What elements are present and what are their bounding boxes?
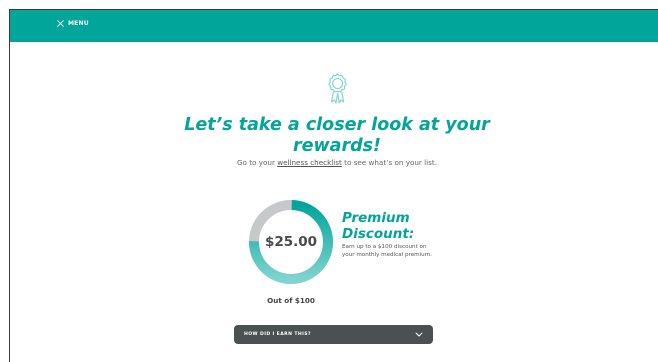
menu-label: MENU <box>68 20 89 27</box>
premium-discount-title-text: Premium Discount: <box>342 210 415 242</box>
close-icon <box>57 20 64 27</box>
chevron-down-icon <box>415 332 423 337</box>
frame-left-border <box>9 9 10 362</box>
premium-discount-title: Premium Discount: <box>342 210 424 242</box>
ribbon-award-icon <box>328 73 347 104</box>
how-did-i-earn-label: HOW DID I EARN THIS? <box>244 332 311 337</box>
reward-amount: $25.00 <box>264 234 318 250</box>
premium-discount-description: Earn up to a $100 discount on your month… <box>342 244 432 258</box>
page-subtitle: Go to your wellness checklist to see wha… <box>170 158 504 167</box>
subtitle-prefix: Go to your <box>236 158 278 167</box>
page-title: Let’s take a closer look at your rewards… <box>184 115 490 156</box>
top-bar: MENU <box>10 10 658 42</box>
how-did-i-earn-toggle[interactable]: HOW DID I EARN THIS? <box>234 325 433 344</box>
subtitle-suffix: to see what’s on your list. <box>341 158 437 167</box>
reward-max-label: Out of $100 <box>267 296 315 305</box>
menu-button[interactable]: MENU <box>57 20 89 27</box>
wellness-checklist-link[interactable]: wellness checklist <box>277 158 342 167</box>
